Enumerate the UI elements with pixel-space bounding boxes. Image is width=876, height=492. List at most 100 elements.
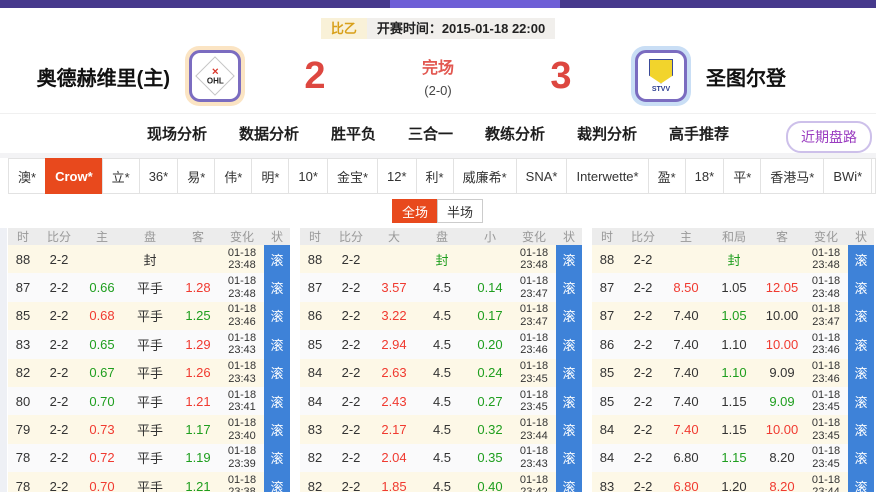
bookmaker-tab[interactable]: 18* — [685, 158, 725, 194]
bookmaker-tab[interactable]: 澳* — [8, 158, 46, 194]
odds-row: 852-27.401.109.0901-1823:46滚 — [592, 359, 874, 387]
cell-line: 4.5 — [416, 450, 468, 465]
cell-change-time: 01-1823:42 — [512, 474, 556, 492]
period-toggle: 全场半场 — [393, 199, 483, 223]
bookmaker-tab[interactable]: Crow* — [45, 158, 103, 194]
cell-right-odds: 1.17 — [176, 422, 220, 437]
column-header: 变化 — [804, 228, 848, 245]
odds-row: 872-27.401.0510.0001-1823:47滚 — [592, 302, 874, 330]
change-clock: 23:45 — [812, 401, 840, 414]
bookmaker-tab[interactable]: 盈* — [648, 158, 686, 194]
nav-tab[interactable]: 裁判分析 — [577, 123, 637, 144]
bookmaker-tab[interactable]: 威廉希* — [453, 158, 517, 194]
bookmaker-tab[interactable]: 香港马* — [760, 158, 824, 194]
cell-right-odds: 0.20 — [468, 337, 512, 352]
change-clock: 23:47 — [520, 288, 548, 301]
change-date: 01-18 — [812, 303, 840, 316]
column-header: 盘 — [416, 228, 468, 245]
home-team-logo: ✕ OHL — [185, 46, 245, 106]
change-clock: 23:40 — [228, 430, 256, 443]
change-date: 01-18 — [520, 247, 548, 260]
column-header: 比分 — [38, 228, 80, 245]
cell-minute: 84 — [300, 394, 330, 409]
cell-change-time: 01-1823:45 — [804, 445, 848, 470]
nav-tab[interactable]: 教练分析 — [485, 123, 545, 144]
cell-score: 2-2 — [622, 394, 664, 409]
period-option-button[interactable]: 半场 — [437, 199, 483, 223]
cell-change-time: 01-1823:43 — [220, 332, 264, 357]
cell-change-time: 01-1823:47 — [804, 303, 848, 328]
cell-line: 4.5 — [416, 422, 468, 437]
bookmaker-tab[interactable]: 平* — [723, 158, 761, 194]
cell-minute: 87 — [8, 280, 38, 295]
period-option-button[interactable]: 全场 — [392, 199, 438, 223]
cell-change-time: 01-1823:47 — [512, 275, 556, 300]
bookmaker-tab[interactable]: 金宝* — [327, 158, 378, 194]
cell-minute: 85 — [8, 308, 38, 323]
cell-line: 平手 — [124, 477, 176, 492]
cell-score: 2-2 — [330, 450, 372, 465]
away-team-logo: STVV — [631, 46, 691, 106]
cell-right-odds: 1.26 — [176, 365, 220, 380]
bookmaker-tab[interactable]: 36* — [139, 158, 179, 194]
nav-tab[interactable]: 现场分析 — [147, 123, 207, 144]
kickoff-time: 开赛时间：2015-01-18 22:00 — [367, 18, 555, 39]
away-team-name: 圣图尔登 — [706, 62, 876, 91]
recent-trend-button[interactable]: 近期盘路 — [786, 121, 872, 153]
cell-score: 2-2 — [38, 450, 80, 465]
cell-line: 1.15 — [708, 450, 760, 465]
bookmaker-tab[interactable]: 伟* — [214, 158, 252, 194]
change-date: 01-18 — [812, 417, 840, 430]
cell-line: 1.05 — [708, 280, 760, 295]
away-score: 3 — [506, 55, 616, 98]
cell-change-time: 01-1823:47 — [512, 303, 556, 328]
nav-tab[interactable]: 三合一 — [408, 123, 453, 144]
nav-tab[interactable]: 高手推荐 — [669, 123, 729, 144]
live-roll-badge: 滚 — [848, 415, 874, 443]
home-score: 2 — [260, 55, 370, 98]
cell-change-time: 01-1823:46 — [804, 360, 848, 385]
cell-minute: 80 — [8, 394, 38, 409]
change-date: 01-18 — [228, 474, 256, 487]
odds-row: 832-26.801.208.2001-1823:44滚 — [592, 472, 874, 492]
change-date: 01-18 — [228, 247, 256, 260]
bookmaker-tab[interactable]: BWi* — [823, 158, 872, 194]
away-logo-text: STVV — [652, 86, 670, 94]
cell-left-odds: 0.72 — [80, 450, 124, 465]
odds-table-header: 时比分大盘小变化状 — [300, 228, 582, 245]
bookmaker-tab[interactable]: SNA* — [516, 158, 568, 194]
bookmaker-tab[interactable]: 明* — [251, 158, 289, 194]
bookmaker-tab[interactable]: 立* — [102, 158, 140, 194]
cell-minute: 78 — [8, 479, 38, 492]
nav-tab[interactable]: 胜平负 — [331, 123, 376, 144]
cell-score: 2-2 — [38, 280, 80, 295]
column-header: 时 — [300, 228, 330, 245]
cell-minute: 84 — [592, 422, 622, 437]
handicap-odds-table: 时比分主盘客变化状882-2封01-1823:48滚872-20.66平手1.2… — [8, 228, 290, 492]
bookmaker-tab[interactable]: Interwette* — [566, 158, 648, 194]
cell-score: 2-2 — [622, 252, 664, 267]
change-date: 01-18 — [520, 417, 548, 430]
home-logo-inner: ✕ OHL — [189, 50, 241, 102]
cell-minute: 87 — [592, 308, 622, 323]
cell-right-odds: 12.05 — [760, 280, 804, 295]
cell-line: 1.05 — [708, 308, 760, 323]
cell-right-odds: 0.14 — [468, 280, 512, 295]
bookmaker-tab[interactable]: 易* — [177, 158, 215, 194]
odds-row: 802-20.70平手1.2101-1823:41滚 — [8, 387, 290, 415]
cell-left-odds: 6.80 — [664, 479, 708, 492]
column-header: 比分 — [330, 228, 372, 245]
nav-tab[interactable]: 数据分析 — [239, 123, 299, 144]
change-date: 01-18 — [812, 445, 840, 458]
change-date: 01-18 — [228, 389, 256, 402]
bookmaker-tabs: 澳*Crow*立*36*易*伟*明*10*金宝*12*利*威廉希*SNA*Int… — [0, 158, 876, 194]
column-header: 变化 — [512, 228, 556, 245]
column-header: 状 — [264, 228, 290, 245]
bookmaker-tab[interactable]: 利* — [416, 158, 454, 194]
cell-change-time: 01-1823:39 — [220, 445, 264, 470]
match-header: 比乙 开赛时间：2015-01-18 22:00 奥德赫维里(主) ✕ OHL — [0, 8, 876, 113]
bookmaker-tab[interactable]: 12* — [377, 158, 417, 194]
live-roll-badge: 滚 — [848, 245, 874, 273]
bookmaker-tab[interactable]: 10* — [288, 158, 328, 194]
cell-line: 平手 — [124, 335, 176, 354]
